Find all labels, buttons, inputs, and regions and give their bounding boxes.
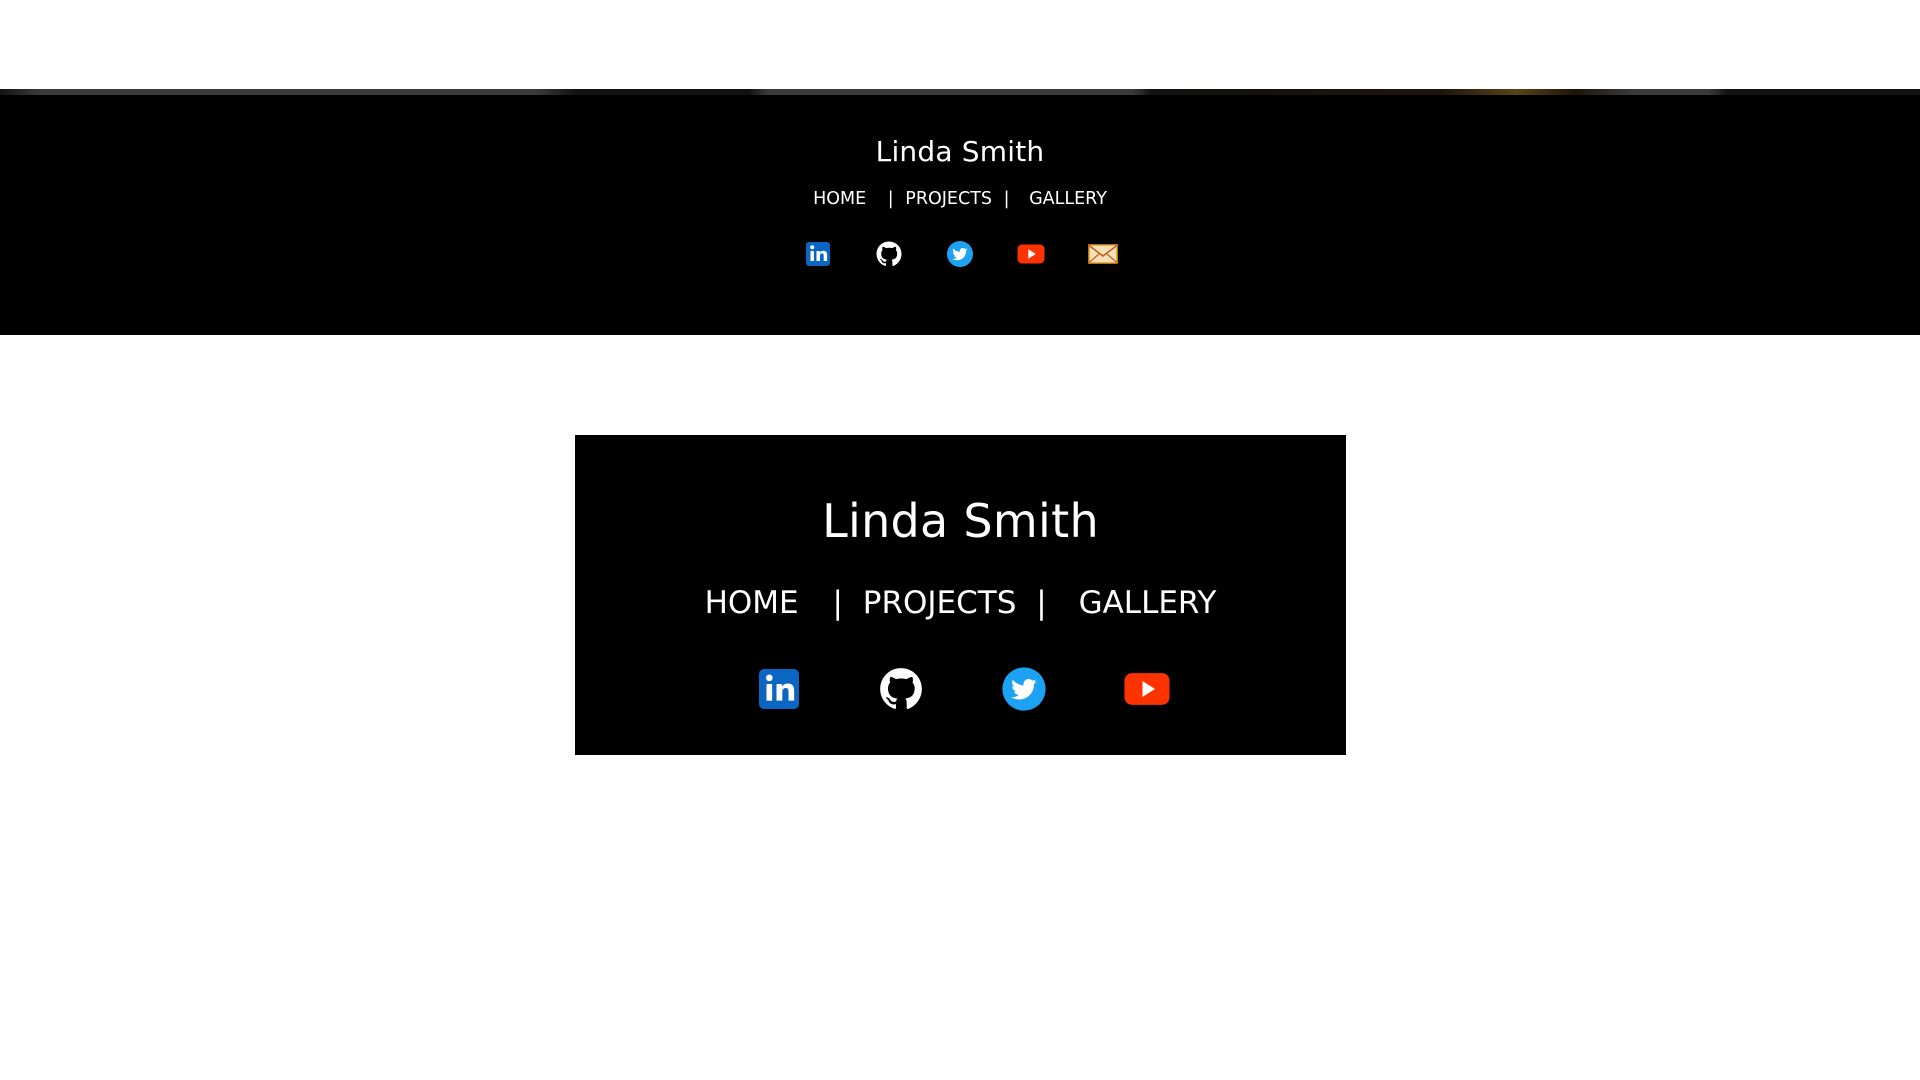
card-nav-gallery-link[interactable]: GALLERY bbox=[1079, 585, 1217, 621]
youtube-icon[interactable] bbox=[1122, 664, 1172, 714]
card-nav: HOME | PROJECTS | GALLERY bbox=[576, 585, 1345, 621]
card-nav-separator: | bbox=[1036, 585, 1047, 621]
page: Linda Smith HOME | PROJECTS | GALLERY Li… bbox=[0, 0, 1920, 1080]
card-nav-projects-link[interactable]: PROJECTS bbox=[863, 585, 1017, 621]
github-icon[interactable] bbox=[874, 239, 904, 269]
github-icon[interactable] bbox=[876, 664, 926, 714]
nav-separator: | bbox=[1003, 189, 1010, 209]
nav-projects-link[interactable]: PROJECTS bbox=[905, 189, 992, 209]
header-top-strip bbox=[0, 89, 1920, 95]
nav-home-link[interactable]: HOME bbox=[813, 189, 866, 209]
linkedin-icon[interactable] bbox=[803, 239, 833, 269]
header-preview-card: Linda Smith HOME | PROJECTS | GALLERY bbox=[575, 435, 1346, 755]
twitter-icon[interactable] bbox=[999, 664, 1049, 714]
card-title: Linda Smith bbox=[822, 494, 1099, 548]
twitter-icon[interactable] bbox=[945, 239, 975, 269]
social-icons bbox=[0, 239, 1920, 269]
linkedin-icon[interactable] bbox=[754, 664, 804, 714]
card-social-icons bbox=[576, 664, 1345, 714]
nav-gallery-link[interactable]: GALLERY bbox=[1029, 189, 1107, 209]
site-header: Linda Smith HOME | PROJECTS | GALLERY bbox=[0, 89, 1920, 335]
card-nav-separator: | bbox=[832, 585, 843, 621]
nav-separator: | bbox=[887, 189, 894, 209]
youtube-icon[interactable] bbox=[1016, 239, 1046, 269]
header-nav: HOME | PROJECTS | GALLERY bbox=[0, 189, 1920, 209]
card-nav-home-link[interactable]: HOME bbox=[705, 585, 799, 621]
site-title: Linda Smith bbox=[875, 135, 1045, 168]
email-icon[interactable] bbox=[1088, 239, 1118, 269]
